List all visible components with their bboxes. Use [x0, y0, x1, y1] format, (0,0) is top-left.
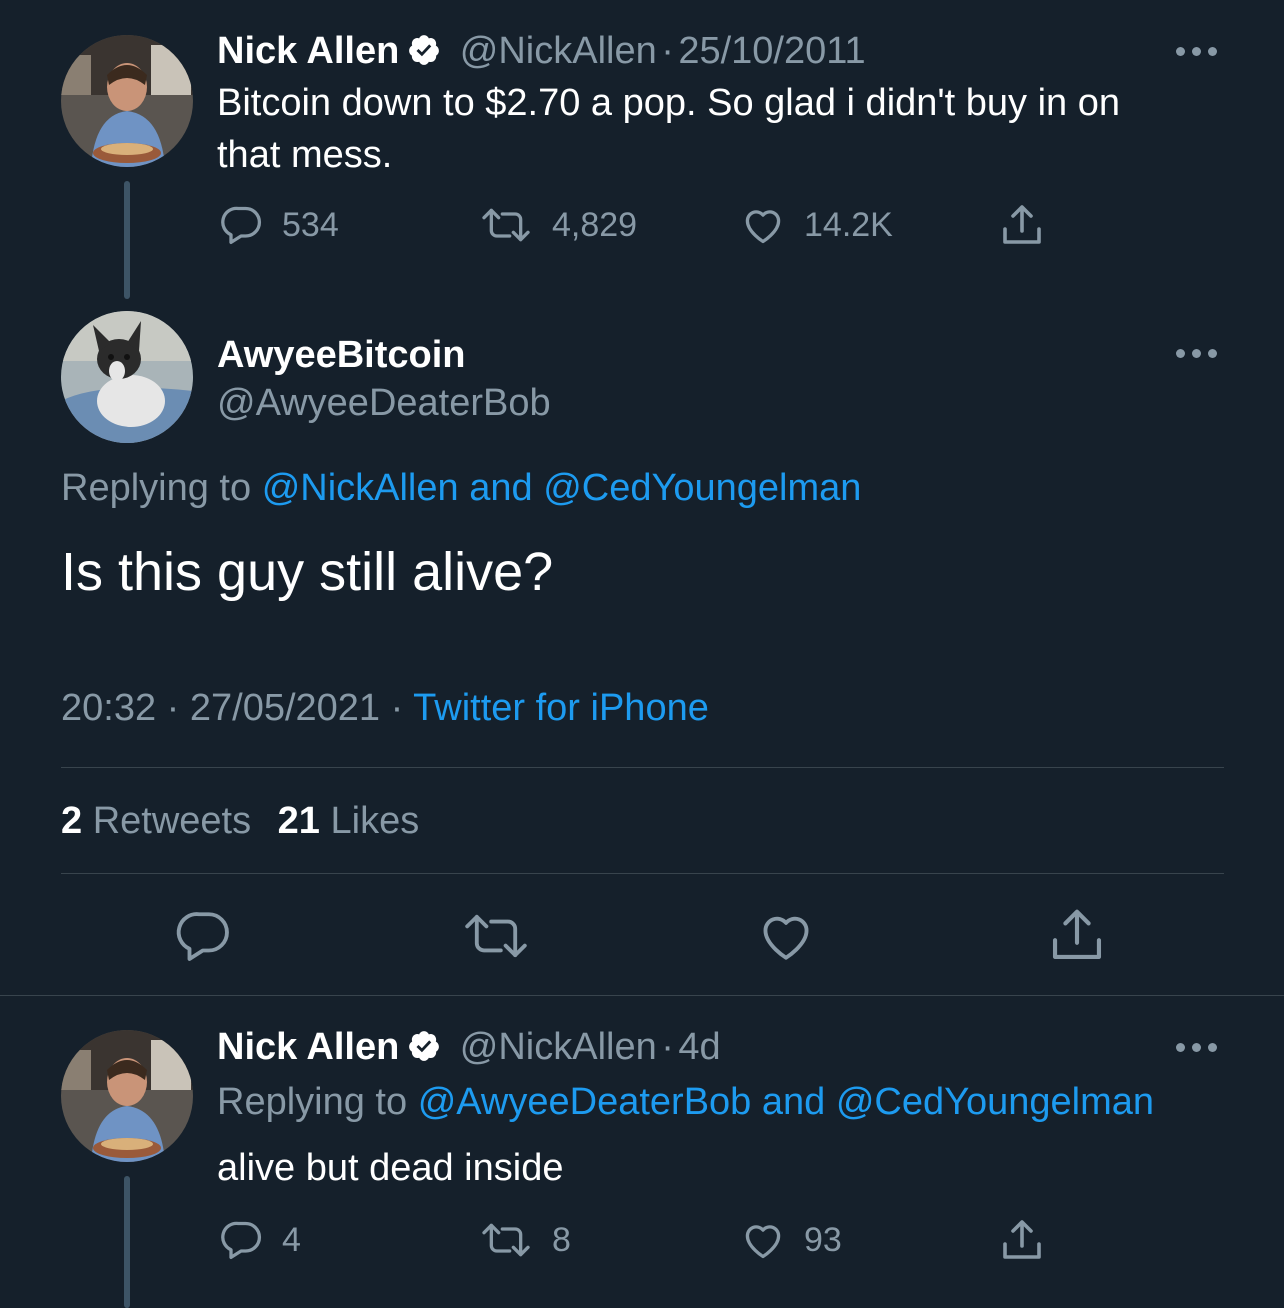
- like-icon: [763, 916, 809, 960]
- tweet1-share-button[interactable]: [998, 201, 1046, 249]
- main-sep2: ·: [390, 687, 404, 729]
- divider-section: [0, 995, 1284, 996]
- tweet1-like-button[interactable]: 14.2K: [740, 203, 893, 247]
- main-replying-user2[interactable]: @CedYoungelman: [543, 467, 861, 509]
- reply-like-button[interactable]: 93: [740, 1218, 842, 1262]
- retweet-icon: [482, 208, 530, 242]
- reply-replying-user1[interactable]: @AwyeeDeaterBob: [418, 1081, 752, 1123]
- retweet-icon: [465, 914, 527, 958]
- reply-icon: [221, 1221, 262, 1260]
- reply-reply-button[interactable]: 4: [220, 1218, 301, 1262]
- avatar-awyee-bitcoin[interactable]: [61, 311, 193, 443]
- reply-text: alive but dead inside: [217, 1147, 564, 1189]
- share-icon: [1003, 205, 1041, 244]
- main-share-button[interactable]: [1046, 904, 1108, 966]
- main-date: 27/05/2021: [189, 687, 381, 729]
- tweet1-more-icon[interactable]: [1176, 47, 1217, 56]
- main-replying-prefix: Replying to: [61, 467, 252, 509]
- reply-replying-and: and: [761, 1081, 826, 1123]
- main-replying-to: Replying to @NickAllen and @CedYoungelma…: [61, 467, 861, 510]
- tweet1-text-line1: Bitcoin down to $2.70 a pop. So glad i d…: [217, 82, 1121, 124]
- reply-retweet-button[interactable]: 8: [478, 1218, 571, 1262]
- retweet-stat-label: Retweets: [92, 800, 252, 842]
- main-replying-and: and: [469, 467, 533, 509]
- reply-age[interactable]: 4d: [678, 1026, 720, 1068]
- reply-header: Nick Allen @NickAllen · 4d: [217, 1026, 721, 1069]
- like-stat-label: Likes: [330, 800, 420, 842]
- main-author-name[interactable]: AwyeeBitcoin: [217, 334, 465, 377]
- reply-icon: [221, 206, 262, 245]
- verified-icon: [409, 35, 440, 65]
- tweet1-like-count: 14.2K: [804, 205, 893, 244]
- reply-reply-count: 4: [282, 1220, 301, 1259]
- main-meta: 20:32 · 27/05/2021 · Twitter for iPhone: [61, 687, 709, 730]
- reply-author-name[interactable]: Nick Allen: [217, 1026, 399, 1068]
- tweet1-reply-button[interactable]: 534: [220, 203, 339, 247]
- reply-replying-user2[interactable]: @CedYoungelman: [836, 1081, 1154, 1123]
- main-sep1: ·: [166, 687, 180, 729]
- reply-handle[interactable]: @NickAllen: [460, 1026, 657, 1068]
- main-author-handle[interactable]: @AwyeeDeaterBob: [217, 382, 551, 425]
- main-reply-button[interactable]: [175, 907, 233, 965]
- tweet1-date[interactable]: 25/10/2011: [678, 30, 865, 72]
- main-replying-user1[interactable]: @NickAllen: [262, 467, 459, 509]
- like-stat[interactable]: 21 Likes: [278, 800, 420, 842]
- retweet-stat[interactable]: 2 Retweets: [61, 800, 262, 842]
- main-time: 20:32: [61, 687, 157, 729]
- retweet-icon: [482, 1223, 530, 1257]
- share-icon: [1003, 1220, 1041, 1259]
- reply-replying-prefix: Replying to: [217, 1081, 408, 1123]
- main-stats: 2 Retweets 21 Likes: [61, 800, 419, 843]
- retweet-stat-count: 2: [61, 800, 83, 842]
- tweet1-reply-count: 534: [282, 205, 339, 244]
- verified-icon: [409, 1031, 440, 1061]
- tweet1-handle[interactable]: @NickAllen: [460, 30, 657, 72]
- thread-line-bottom: [124, 1176, 130, 1308]
- main-more-icon[interactable]: [1176, 349, 1217, 358]
- like-icon: [745, 1225, 781, 1259]
- main-retweet-button[interactable]: [460, 907, 532, 965]
- tweet1-retweet-count: 4,829: [552, 205, 638, 244]
- share-icon: [1052, 909, 1102, 960]
- avatar-nick-allen-reply[interactable]: [61, 1030, 193, 1162]
- like-stat-count: 21: [277, 800, 320, 842]
- tweet1-author-name[interactable]: Nick Allen: [217, 30, 399, 72]
- main-like-button[interactable]: [756, 907, 816, 965]
- avatar-nick-allen[interactable]: [61, 35, 193, 167]
- tweet1-header: Nick Allen @NickAllen · 25/10/2011: [217, 30, 866, 73]
- thread-line-top: [124, 181, 130, 299]
- main-source[interactable]: Twitter for iPhone: [413, 687, 709, 729]
- divider-bottom: [61, 873, 1224, 874]
- like-icon: [745, 210, 781, 244]
- reply-retweet-count: 8: [552, 1220, 571, 1259]
- tweet1-separator: ·: [661, 30, 674, 72]
- reply-icon: [176, 912, 229, 961]
- reply-separator: ·: [661, 1026, 674, 1068]
- tweet1-text-line2: that mess.: [217, 134, 393, 176]
- main-tweet-text: Is this guy still alive?: [61, 542, 554, 602]
- reply-more-icon[interactable]: [1176, 1043, 1217, 1052]
- tweet1-retweet-button[interactable]: 4,829: [478, 203, 637, 247]
- divider-top: [61, 767, 1224, 768]
- reply-like-count: 93: [804, 1220, 842, 1259]
- reply-share-button[interactable]: [998, 1216, 1046, 1264]
- reply-replying-to: Replying to @AwyeeDeaterBob and @CedYoun…: [217, 1081, 1154, 1124]
